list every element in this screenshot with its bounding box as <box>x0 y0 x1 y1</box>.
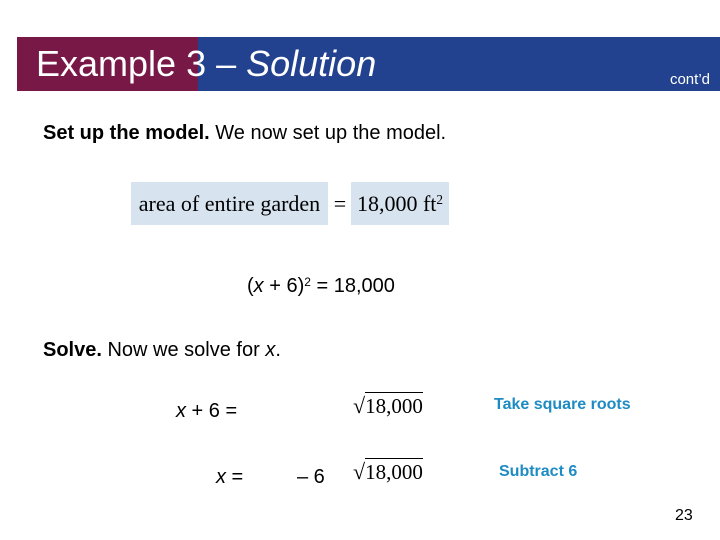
title-bar: Example 3 – Solution cont’d <box>17 37 720 91</box>
step1-radicand: 18,000 <box>365 392 423 418</box>
title-example: Example <box>36 43 177 84</box>
eq1-tail: = 18,000 <box>310 275 395 297</box>
model-right-text: 18,000 ft <box>356 191 437 216</box>
solve-var: x <box>265 339 276 361</box>
step1-note: Take square roots <box>494 396 631 413</box>
model-right-exponent: 2 <box>436 192 444 207</box>
solve-paragraph: Solve. Now we solve for x. <box>43 338 281 362</box>
step2-prefix: – 6 <box>297 466 325 488</box>
step1-sqrt: √18,000 <box>353 392 423 418</box>
model-right-box: 18,000 ft2 <box>351 182 449 225</box>
setup-paragraph: Set up the model. We now set up the mode… <box>43 121 446 145</box>
solve-text: Now we solve for <box>101 339 266 361</box>
eq1-rest: + 6) <box>263 275 305 297</box>
setup-text: We now set up the model. <box>209 122 447 144</box>
eq1-open: ( <box>247 275 254 297</box>
solve-end: . <box>275 339 281 361</box>
continued-label: cont’d <box>669 71 710 88</box>
step2-var: x <box>216 466 226 488</box>
step1-rest: + 6 = <box>186 400 238 422</box>
page-number: 23 <box>675 507 693 524</box>
step2-sqrt: √18,000 <box>353 458 423 484</box>
slide-title: Example 3 – Solution <box>36 43 376 85</box>
model-left-text: area of entire garden <box>138 191 321 216</box>
title-number: 3 – <box>176 43 247 84</box>
solve-label: Solve. <box>43 339 102 361</box>
setup-label: Set up the model. <box>43 122 210 144</box>
step2-note: Subtract 6 <box>499 463 578 480</box>
radical-icon: √ <box>353 393 366 418</box>
step2-radicand: 18,000 <box>365 458 423 484</box>
step2-rest: = <box>226 466 244 488</box>
title-solution: Solution <box>246 43 377 84</box>
step1-lhs: x + 6 = <box>176 399 237 423</box>
model-equals: = <box>333 191 347 216</box>
eq1-var: x <box>253 275 264 297</box>
step1-var: x <box>176 400 186 422</box>
step2-lhs: x = <box>216 465 243 489</box>
eq1-exponent: 2 <box>304 275 311 289</box>
radical-icon: √ <box>353 459 366 484</box>
model-left-box: area of entire garden <box>131 182 328 225</box>
squared-equation: (x + 6)2 = 18,000 <box>247 274 395 298</box>
